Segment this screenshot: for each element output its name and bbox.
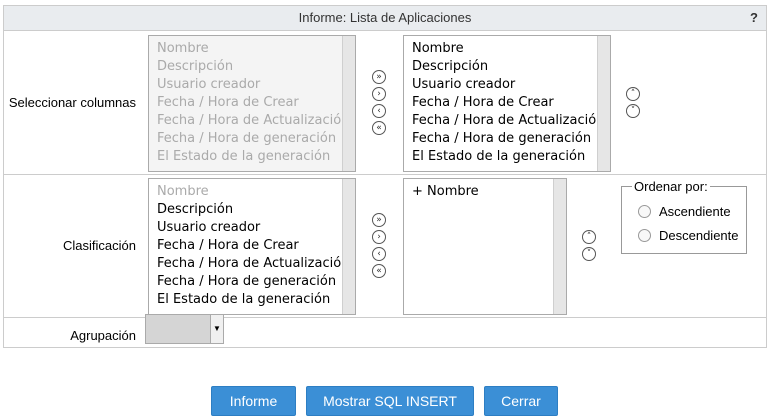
- list-item[interactable]: Nombre: [157, 40, 355, 58]
- available-sort-list[interactable]: Nombre Descripción Usuario creador Fecha / …: [148, 178, 356, 315]
- add-column-button[interactable]: ›: [372, 87, 386, 101]
- scrollbar[interactable]: [342, 36, 355, 171]
- scrollbar[interactable]: [597, 36, 610, 171]
- list-item[interactable]: Fecha / Hora de Actualización: [412, 112, 610, 130]
- remove-all-sort-button[interactable]: «: [372, 264, 386, 278]
- list-item[interactable]: Descripción: [157, 58, 355, 76]
- ascending-radio[interactable]: [638, 205, 651, 218]
- grouping-select[interactable]: ▼: [145, 314, 224, 344]
- list-item[interactable]: Fecha / Hora de Crear: [157, 237, 355, 255]
- selected-columns-list[interactable]: Nombre Descripción Usuario creador Fecha / …: [403, 35, 611, 172]
- panel-title-bar: Informe: Lista de Aplicaciones ?: [4, 6, 766, 31]
- list-item[interactable]: Fecha / Hora de Crear: [412, 94, 610, 112]
- available-columns-list[interactable]: Nombre Descripción Usuario creador Fecha / …: [148, 35, 356, 172]
- close-button[interactable]: Cerrar: [484, 386, 558, 416]
- list-item[interactable]: Descripción: [157, 201, 355, 219]
- list-item[interactable]: Nombre: [412, 40, 610, 58]
- list-item[interactable]: El Estado de la generación: [157, 148, 355, 166]
- help-button[interactable]: ?: [750, 6, 758, 30]
- list-item[interactable]: El Estado de la generación: [412, 148, 610, 166]
- scrollbar[interactable]: [342, 179, 355, 314]
- sort-order-legend: Ordenar por:: [632, 179, 710, 194]
- list-item[interactable]: Usuario creador: [157, 76, 355, 94]
- list-item[interactable]: El Estado de la generación: [157, 291, 355, 309]
- report-panel: Informe: Lista de Aplicaciones ? Selecci…: [3, 5, 767, 348]
- move-column-up-button[interactable]: ˄: [626, 87, 640, 101]
- list-item[interactable]: Fecha / Hora de generación: [412, 130, 610, 148]
- grouping-label: Agrupación: [70, 328, 136, 343]
- add-all-sort-button[interactable]: »: [372, 213, 386, 227]
- panel-title: Informe: Lista de Aplicaciones: [298, 10, 472, 25]
- sort-order-fieldset: Ordenar por: Ascendiente Descendiente: [621, 179, 747, 254]
- chevron-down-icon[interactable]: ▼: [210, 315, 223, 343]
- descending-option[interactable]: Descendiente: [638, 228, 739, 243]
- show-sql-insert-button[interactable]: Mostrar SQL INSERT: [306, 386, 474, 416]
- ascending-label: Ascendiente: [659, 204, 731, 219]
- row-divider: [4, 174, 766, 175]
- list-item[interactable]: Usuario creador: [412, 76, 610, 94]
- ascending-option[interactable]: Ascendiente: [638, 204, 731, 219]
- list-item[interactable]: Fecha / Hora de Crear: [157, 94, 355, 112]
- add-sort-button[interactable]: ›: [372, 230, 386, 244]
- move-column-down-button[interactable]: ˅: [626, 104, 640, 118]
- descending-radio[interactable]: [638, 229, 651, 242]
- selected-sort-list[interactable]: + Nombre: [403, 178, 567, 315]
- list-item[interactable]: Fecha / Hora de generación: [157, 130, 355, 148]
- add-all-columns-button[interactable]: »: [372, 70, 386, 84]
- remove-sort-button[interactable]: ‹: [372, 247, 386, 261]
- move-sort-up-button[interactable]: ˄: [582, 230, 596, 244]
- remove-column-button[interactable]: ‹: [372, 104, 386, 118]
- row-divider: [4, 317, 766, 318]
- list-item[interactable]: Usuario creador: [157, 219, 355, 237]
- list-item[interactable]: + Nombre: [412, 183, 566, 201]
- select-columns-label: Seleccionar columnas: [8, 95, 136, 110]
- descending-label: Descendiente: [659, 228, 739, 243]
- report-button[interactable]: Informe: [211, 386, 296, 416]
- list-item[interactable]: Fecha / Hora de Actualización: [157, 255, 355, 273]
- sort-label: Clasificación: [63, 238, 136, 253]
- move-sort-down-button[interactable]: ˅: [582, 247, 596, 261]
- list-item[interactable]: Fecha / Hora de Actualización: [157, 112, 355, 130]
- scrollbar[interactable]: [553, 179, 566, 314]
- remove-all-columns-button[interactable]: «: [372, 121, 386, 135]
- list-item[interactable]: Descripción: [412, 58, 610, 76]
- list-item[interactable]: Nombre: [157, 183, 355, 201]
- list-item[interactable]: Fecha / Hora de generación: [157, 273, 355, 291]
